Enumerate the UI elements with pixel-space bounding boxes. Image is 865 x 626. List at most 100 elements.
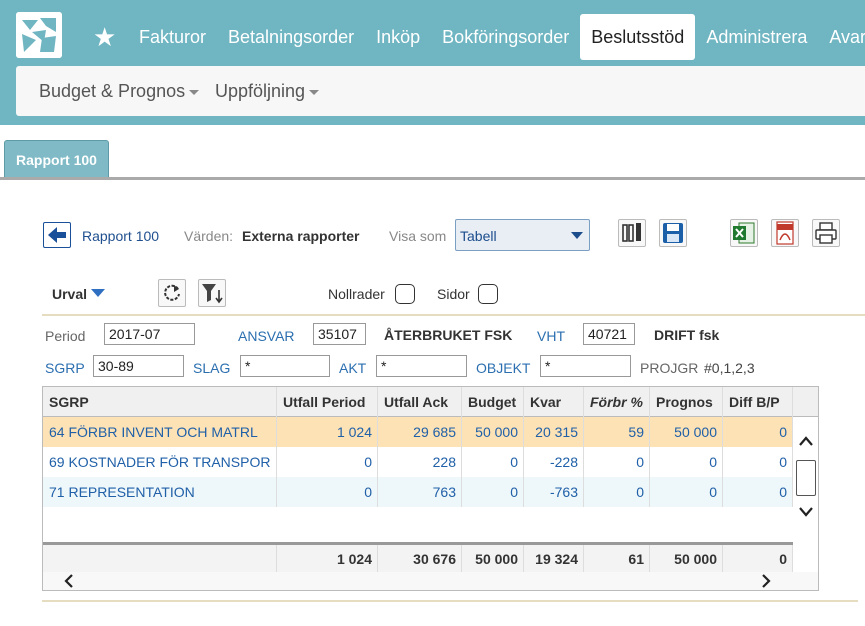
total-cell: 50 000 (650, 545, 723, 575)
filter-icon (202, 284, 223, 304)
visa-som-select[interactable]: Tabell (455, 219, 590, 251)
refresh-button[interactable] (158, 279, 186, 307)
nollrader-checkbox[interactable] (395, 284, 415, 304)
export-excel-button[interactable] (730, 219, 758, 247)
vht-name: DRIFT fsk (654, 327, 720, 343)
table-cell: 0 (650, 477, 723, 507)
filter-button[interactable] (198, 279, 226, 307)
table-cell: -763 (524, 477, 584, 507)
horizontal-scrollbar[interactable] (43, 572, 818, 590)
chevron-down-icon[interactable] (91, 289, 105, 297)
nav-item[interactable]: Beslutsstöd (580, 14, 696, 60)
scrollbar-thumb[interactable] (796, 460, 816, 496)
sub-nav-label: Uppföljning (215, 81, 306, 101)
columns-button[interactable] (618, 219, 646, 247)
refresh-icon (164, 284, 180, 301)
vertical-scrollbar[interactable] (793, 417, 818, 572)
table-row[interactable]: 69 KOSTNADER FÖR TRANSPOR 0 228 0 -228 0 0 0 (43, 447, 793, 477)
tab-rapport-100[interactable]: Rapport 100 (4, 140, 109, 178)
nav-item[interactable]: Betalningsorder (217, 14, 365, 60)
period-field[interactable]: 2017-07 (104, 323, 195, 345)
ansvar-label[interactable]: ANSVAR (238, 328, 295, 344)
pdf-icon (776, 221, 794, 245)
main-nav: Fakturor Betalningsorder Inköp Bokföringsor… (128, 14, 865, 60)
column-header[interactable]: Budget (462, 387, 524, 417)
table-cell: 228 (378, 447, 462, 477)
back-button[interactable] (43, 222, 71, 248)
column-header[interactable]: Diff B/P (723, 387, 793, 417)
chevron-down-icon[interactable] (798, 505, 814, 523)
objekt-label[interactable]: OBJEKT (476, 360, 530, 376)
nav-item[interactable]: Avar (818, 14, 865, 60)
chevron-right-icon[interactable] (760, 574, 772, 590)
sgrp-field[interactable]: 30-89 (93, 355, 184, 377)
table-cell: 59 (584, 417, 650, 447)
row-sgrp-link[interactable]: 71 REPRESENTATION (43, 477, 277, 507)
table-cell: 0 (462, 447, 524, 477)
table-row[interactable]: 71 REPRESENTATION 0 763 0 -763 0 0 0 (43, 477, 793, 507)
table-cell: 20 315 (524, 417, 584, 447)
nav-item[interactable]: Fakturor (128, 14, 217, 60)
column-header[interactable]: Utfall Period (277, 387, 378, 417)
ansvar-field[interactable]: 35107 (313, 323, 366, 345)
chevron-down-icon (309, 89, 320, 95)
sub-nav-uppfoljning[interactable]: Uppföljning (215, 66, 320, 116)
total-cell: 1 024 (277, 545, 378, 575)
akt-label[interactable]: AKT (339, 360, 366, 376)
report-table: SGRP Utfall Period Utfall Ack Budget Kvar För… (42, 386, 819, 591)
vht-field[interactable]: 40721 (583, 323, 635, 345)
print-button[interactable] (812, 219, 840, 247)
slag-field[interactable]: * (240, 355, 330, 377)
visa-som-label: Visa som (389, 228, 447, 244)
report-name: Rapport 100 (82, 228, 160, 244)
akt-field[interactable]: * (376, 355, 467, 377)
sub-nav-label: Budget & Prognos (39, 81, 186, 101)
column-header[interactable]: Kvar (524, 387, 584, 417)
sub-navigation-bar: Budget & Prognos Uppföljning (16, 66, 865, 116)
sgrp-label[interactable]: SGRP (45, 360, 85, 376)
objekt-field[interactable]: * (540, 355, 631, 377)
arrow-left-icon (48, 227, 66, 243)
table-cell: -228 (524, 447, 584, 477)
printer-icon (815, 222, 837, 244)
top-navigation-bar: ★ Fakturor Betalningsorder Inköp Bokförings… (0, 0, 865, 125)
table-totals-row: 1 024 30 676 50 000 19 324 61 50 000 0 (43, 542, 793, 575)
urval-toggle[interactable]: Urval (52, 286, 87, 302)
nav-item[interactable]: Inköp (365, 14, 431, 60)
column-header[interactable]: Prognos (650, 387, 723, 417)
table-cell: 0 (462, 477, 524, 507)
export-pdf-button[interactable] (771, 219, 799, 247)
column-header[interactable]: Förbr % (584, 387, 650, 417)
section-divider (42, 314, 865, 316)
table-cell: 0 (723, 447, 793, 477)
nav-item[interactable]: Administrera (695, 14, 818, 60)
projgr-label: PROJGR (640, 360, 699, 376)
nav-item[interactable]: Bokföringsorder (431, 14, 580, 60)
sub-nav-budget-prognos[interactable]: Budget & Prognos (39, 66, 200, 116)
row-sgrp-link[interactable]: 69 KOSTNADER FÖR TRANSPOR (43, 447, 277, 477)
table-cell: 0 (723, 417, 793, 447)
projgr-value: #0,1,2,3 (704, 360, 755, 376)
column-header[interactable]: SGRP (43, 387, 277, 417)
row-sgrp-link[interactable]: 64 FÖRBR INVENT OCH MATRL (43, 417, 277, 447)
sidor-label: Sidor (437, 286, 470, 302)
vht-label[interactable]: VHT (537, 328, 565, 344)
sidor-checkbox[interactable] (478, 284, 498, 304)
chevron-down-icon (571, 232, 583, 239)
table-cell: 0 (723, 477, 793, 507)
column-header[interactable]: Utfall Ack (378, 387, 462, 417)
table-cell: 0 (584, 447, 650, 477)
total-cell (43, 545, 277, 575)
app-logo[interactable] (16, 12, 62, 58)
save-button[interactable] (659, 219, 687, 247)
table-row[interactable]: 64 FÖRBR INVENT OCH MATRL 1 024 29 685 50 0… (43, 417, 793, 447)
chevron-up-icon[interactable] (798, 434, 814, 452)
period-label: Period (45, 328, 86, 344)
slag-label[interactable]: SLAG (193, 360, 230, 376)
table-cell: 50 000 (650, 417, 723, 447)
favorites-star-icon[interactable]: ★ (93, 22, 116, 52)
table-cell: 0 (277, 447, 378, 477)
floppy-disk-icon (663, 223, 683, 243)
chevron-left-icon[interactable] (63, 574, 75, 590)
table-cell: 0 (584, 477, 650, 507)
